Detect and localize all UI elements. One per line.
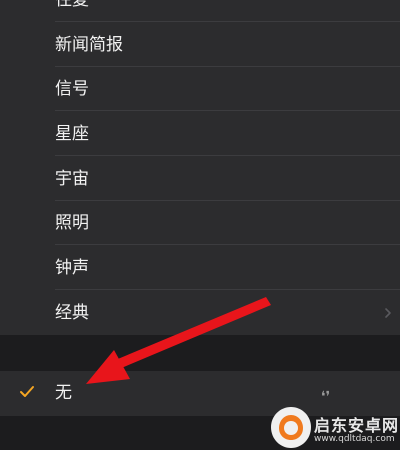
row-separator (55, 110, 400, 111)
row-separator (55, 155, 400, 156)
watermark-title: 启东安卓网 (314, 416, 400, 435)
row-separator (55, 244, 400, 245)
list-item-label: 钟声 (55, 258, 89, 278)
list-item-bell[interactable]: 钟声 (0, 246, 400, 290)
list-item-signal[interactable]: 信号 (0, 67, 400, 111)
list-item-news-brief[interactable]: 新闻简报 (0, 23, 400, 67)
list-item-label: 经典 (55, 303, 89, 323)
list-item-universe[interactable]: 宇宙 (0, 157, 400, 201)
list-item-lighting[interactable]: 照明 (0, 201, 400, 245)
list-item-classic[interactable]: 经典 (0, 291, 400, 335)
watermark-logo-icon (271, 407, 311, 448)
checkmark-icon (20, 386, 34, 397)
list-item-label: 信号 (55, 79, 89, 99)
row-separator (55, 21, 400, 22)
list-item-constellation[interactable]: 星座 (0, 112, 400, 156)
list-item-label: 宇宙 (55, 169, 89, 189)
tone-list: 往复 新闻简报 信号 星座 宇宙 照明 钟声 经典 (0, 0, 400, 335)
list-item-label: 照明 (55, 213, 89, 233)
list-item-label: 星座 (55, 124, 89, 144)
watermark-url: www.qdltdaq.com (314, 434, 395, 444)
list-item-label: 无 (55, 383, 72, 403)
list-item-wangfu[interactable]: 往复 (0, 0, 400, 22)
row-separator (55, 289, 400, 290)
list-item-label: 往复 (55, 0, 89, 10)
watermark: 启东安卓网 www.qdltdaq.com (264, 400, 400, 450)
chevron-right-icon (385, 308, 391, 318)
list-item-label: 新闻简报 (55, 35, 123, 55)
